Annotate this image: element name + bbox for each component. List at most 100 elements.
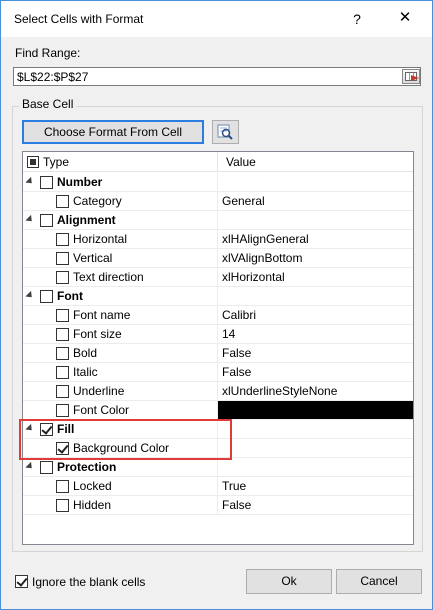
row-label: Background Color xyxy=(73,441,170,455)
tree-row-italic[interactable]: Italic False xyxy=(23,363,413,382)
column-type-header[interactable]: Type xyxy=(43,155,69,169)
tree-row-underline[interactable]: Underline xlUnderlineStyleNone xyxy=(23,382,413,401)
row-separator xyxy=(217,249,218,268)
row-value: Calibri xyxy=(222,308,257,322)
row-separator xyxy=(217,325,218,344)
row-checkbox[interactable] xyxy=(40,423,53,436)
row-value: xlHAlignGeneral xyxy=(222,232,309,246)
row-checkbox[interactable] xyxy=(56,195,69,208)
tree-row-number[interactable]: Number xyxy=(23,173,413,192)
tree-row-font-name[interactable]: Font name Calibri xyxy=(23,306,413,325)
row-label: Category xyxy=(73,194,122,208)
row-label: Font size xyxy=(73,327,122,341)
row-checkbox[interactable] xyxy=(56,385,69,398)
find-range-label: Find Range: xyxy=(15,46,81,60)
base-cell-label: Base Cell xyxy=(19,97,77,111)
row-label: Text direction xyxy=(73,270,144,284)
tree-row-fill[interactable]: Fill xyxy=(23,420,413,439)
row-separator xyxy=(217,230,218,249)
row-separator xyxy=(217,268,218,287)
tree-row-background-color[interactable]: Background Color xyxy=(23,439,413,458)
row-label: Underline xyxy=(73,384,125,398)
row-separator xyxy=(217,420,218,439)
row-label: Protection xyxy=(57,460,117,474)
tree-row-alignment[interactable]: Alignment xyxy=(23,211,413,230)
preview-button[interactable] xyxy=(212,120,239,144)
ignore-blank-label[interactable]: Ignore the blank cells xyxy=(32,575,145,589)
row-separator xyxy=(217,382,218,401)
row-value: xlVAlignBottom xyxy=(222,251,303,265)
row-label: Locked xyxy=(73,479,112,493)
column-value-header[interactable]: Value xyxy=(226,155,256,169)
row-checkbox[interactable] xyxy=(56,480,69,493)
find-range-input[interactable]: $L$22:$P$27 xyxy=(13,67,421,86)
row-value: False xyxy=(222,365,252,379)
row-checkbox[interactable] xyxy=(56,404,69,417)
row-value: True xyxy=(222,479,247,493)
close-button[interactable]: ✕ xyxy=(393,7,417,29)
magnifier-icon xyxy=(217,124,233,140)
row-checkbox[interactable] xyxy=(40,214,53,227)
tree-row-font[interactable]: Font xyxy=(23,287,413,306)
row-separator xyxy=(217,192,218,211)
help-button[interactable]: ? xyxy=(345,8,369,30)
tree-row-font-color[interactable]: Font Color xyxy=(23,401,413,420)
row-label: Hidden xyxy=(73,498,112,512)
tree-row-vertical[interactable]: Vertical xlVAlignBottom xyxy=(23,249,413,268)
column-separator xyxy=(217,152,218,172)
ok-button[interactable]: Ok xyxy=(246,569,332,594)
tree-row-bold[interactable]: Bold False xyxy=(23,344,413,363)
row-checkbox[interactable] xyxy=(56,309,69,322)
row-separator xyxy=(217,287,218,306)
tree-row-hidden[interactable]: Hidden False xyxy=(23,496,413,515)
row-checkbox[interactable] xyxy=(56,252,69,265)
expand-arrow-icon[interactable] xyxy=(25,461,35,472)
row-value: False xyxy=(222,346,252,360)
format-tree[interactable]: Type Value Number Category General Alignmen… xyxy=(22,151,414,545)
tree-row-locked[interactable]: Locked True xyxy=(23,477,413,496)
expand-arrow-icon[interactable] xyxy=(25,176,35,187)
row-value: xlUnderlineStyleNone xyxy=(222,384,338,398)
row-label: Bold xyxy=(73,346,98,360)
choose-format-button[interactable]: Choose Format From Cell xyxy=(22,120,204,144)
tree-row-text-direction[interactable]: Text direction xlHorizontal xyxy=(23,268,413,287)
row-separator xyxy=(217,306,218,325)
row-separator xyxy=(217,458,218,477)
row-label: Fill xyxy=(57,422,75,436)
expand-arrow-icon[interactable] xyxy=(25,290,35,301)
row-label: Font name xyxy=(73,308,131,322)
row-separator xyxy=(217,344,218,363)
row-checkbox[interactable] xyxy=(56,271,69,284)
expand-arrow-icon[interactable] xyxy=(25,423,35,434)
tree-row-category[interactable]: Category General xyxy=(23,192,413,211)
row-checkbox[interactable] xyxy=(40,461,53,474)
row-checkbox[interactable] xyxy=(56,347,69,360)
row-checkbox[interactable] xyxy=(40,176,53,189)
select-all-checkbox[interactable] xyxy=(27,156,39,168)
row-checkbox[interactable] xyxy=(56,366,69,379)
row-separator xyxy=(217,173,218,192)
row-checkbox[interactable] xyxy=(56,442,69,455)
row-value: xlHorizontal xyxy=(222,270,285,284)
cancel-button[interactable]: Cancel xyxy=(336,569,422,594)
tree-row-horizontal[interactable]: Horizontal xlHAlignGeneral xyxy=(23,230,413,249)
row-value: False xyxy=(222,498,252,512)
expand-arrow-icon[interactable] xyxy=(25,214,35,225)
row-separator xyxy=(217,477,218,496)
tree-row-protection[interactable]: Protection xyxy=(23,458,413,477)
title-bar: Select Cells with Format ? ✕ xyxy=(1,1,432,37)
row-value: 14 xyxy=(222,327,236,341)
select-cells-dialog: Select Cells with Format ? ✕ Find Range:… xyxy=(0,0,433,610)
font-color-swatch xyxy=(218,401,413,419)
row-checkbox[interactable] xyxy=(56,328,69,341)
row-checkbox[interactable] xyxy=(56,499,69,512)
row-checkbox[interactable] xyxy=(56,233,69,246)
row-separator xyxy=(217,496,218,515)
find-range-value: $L$22:$P$27 xyxy=(17,70,89,84)
row-checkbox[interactable] xyxy=(40,290,53,303)
row-label: Vertical xyxy=(73,251,113,265)
tree-row-font-size[interactable]: Font size 14 xyxy=(23,325,413,344)
row-label: Font Color xyxy=(73,403,130,417)
ignore-blank-checkbox[interactable] xyxy=(15,575,28,588)
range-select-button[interactable] xyxy=(402,69,420,84)
